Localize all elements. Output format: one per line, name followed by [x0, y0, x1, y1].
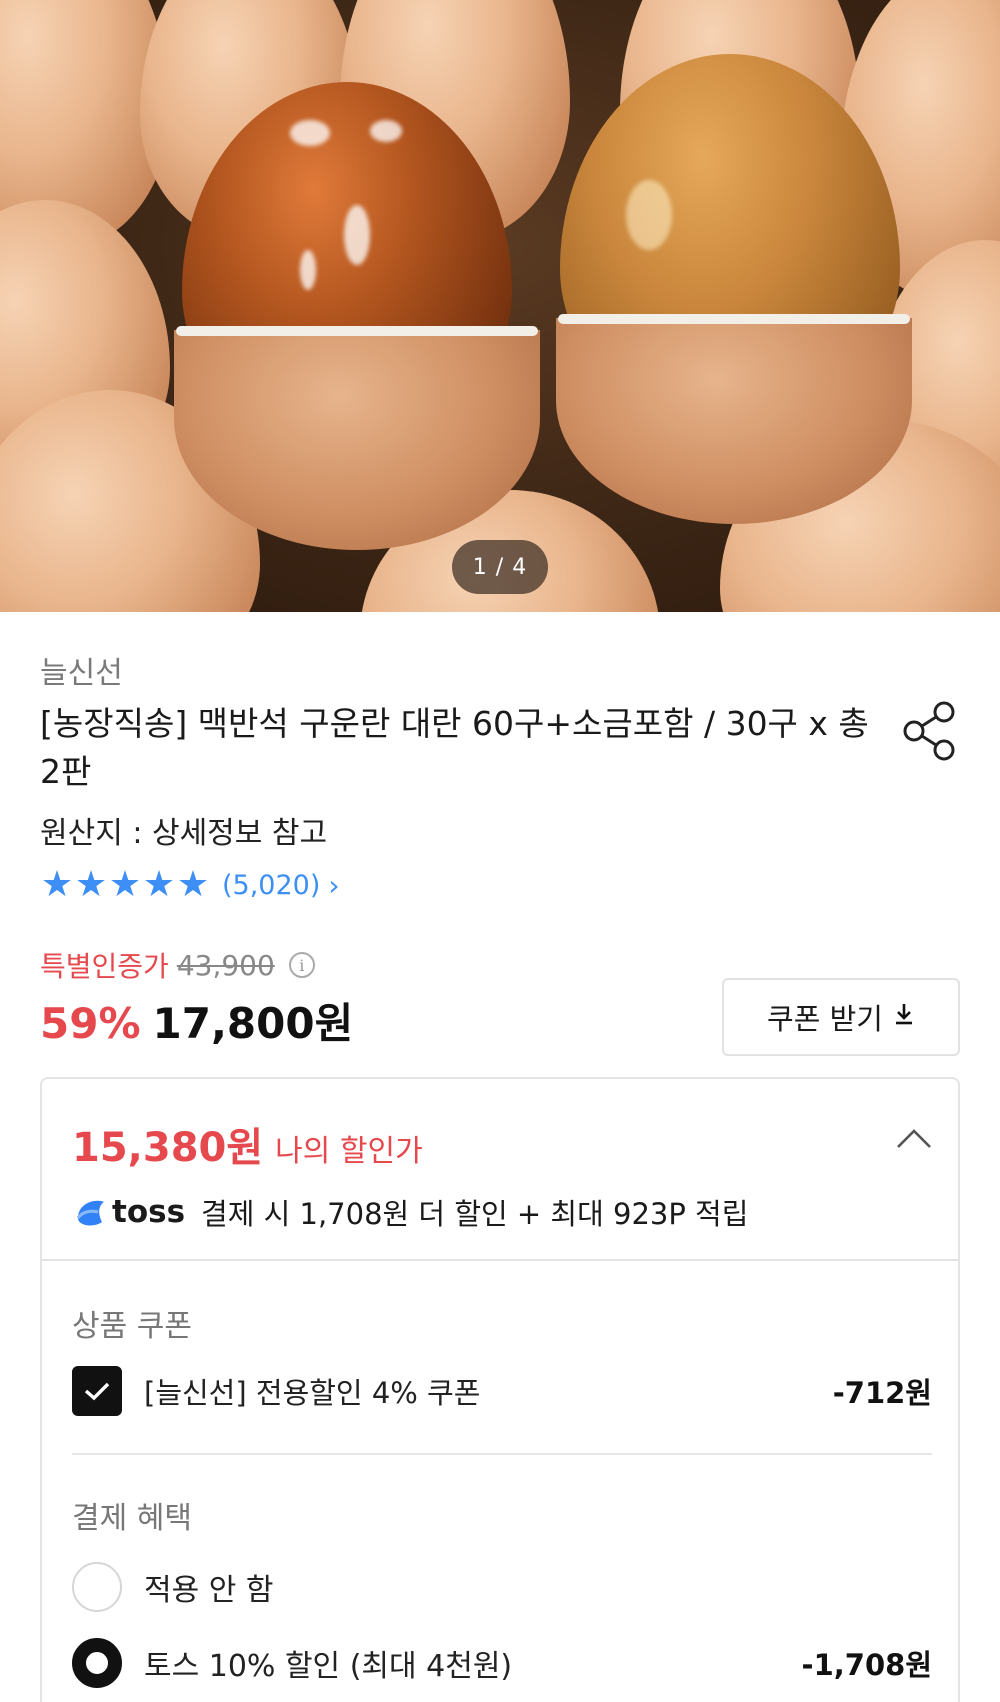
- toss-benefit-row: toss 결제 시 1,708원 더 할인 + 최대 923P 적립: [72, 1191, 748, 1233]
- get-coupon-label: 쿠폰 받기: [767, 1002, 883, 1036]
- my-price-summary[interactable]: 15,380원 나의 할인가 toss 결제 시 1,708원 더 할인 + 최…: [42, 1079, 958, 1261]
- rating-row[interactable]: ★ ★ ★ ★ ★ (5,020) ›: [40, 864, 340, 905]
- payment-benefit-heading: 결제 혜택: [72, 1501, 192, 1536]
- egg-highlight: [300, 250, 316, 290]
- payment-option-none[interactable]: 적용 안 함: [72, 1561, 932, 1613]
- download-icon: [893, 1002, 915, 1032]
- sale-price: 17,800원: [152, 999, 354, 1048]
- egg-shell-rim: [176, 326, 538, 336]
- product-coupon-option[interactable]: [늘신선] 전용할인 4% 쿠폰 -712원: [72, 1365, 932, 1417]
- check-icon: [84, 1382, 110, 1401]
- special-price-label: 특별인증가: [40, 950, 169, 983]
- star-icon: ★: [40, 864, 74, 905]
- my-price-row: 15,380원 나의 할인가: [72, 1115, 423, 1173]
- origin-info: 원산지 : 상세정보 참고: [40, 816, 328, 851]
- my-discount-price: 15,380원: [72, 1125, 264, 1171]
- info-icon[interactable]: i: [288, 952, 315, 978]
- seller-name[interactable]: 늘신선: [40, 648, 123, 692]
- toss-benefit-text: 결제 시 1,708원 더 할인 + 최대 923P 적립: [201, 1197, 749, 1231]
- payment-option-toss[interactable]: 토스 10% 할인 (최대 4천원) -1,708원: [72, 1637, 932, 1689]
- coupon-checkbox[interactable]: [72, 1366, 122, 1416]
- radio-button[interactable]: [72, 1562, 122, 1612]
- discount-rate: 59%: [40, 999, 141, 1048]
- payment-option-label: 적용 안 함: [144, 1573, 274, 1608]
- review-count[interactable]: (5,020): [222, 870, 320, 901]
- sale-price-row: 59% 17,800원: [40, 990, 353, 1051]
- egg-highlight: [344, 205, 370, 265]
- radio-button-selected[interactable]: [72, 1638, 122, 1688]
- coupon-amount: -712원: [832, 1376, 932, 1410]
- get-coupon-button[interactable]: 쿠폰 받기: [722, 978, 960, 1056]
- share-icon[interactable]: [900, 698, 960, 764]
- egg-shell-rim: [558, 314, 910, 324]
- star-icon: ★: [74, 864, 108, 905]
- star-icon: ★: [176, 864, 210, 905]
- product-image-gallery[interactable]: 1 / 4: [0, 0, 1000, 612]
- original-price-row: 특별인증가 43,900 i: [40, 945, 315, 985]
- payment-option-label: 토스 10% 할인 (최대 4천원): [144, 1649, 513, 1684]
- original-price: 43,900: [176, 948, 275, 982]
- chevron-right-icon[interactable]: ›: [328, 869, 339, 902]
- coupon-name: [늘신선] 전용할인 4% 쿠폰: [144, 1376, 481, 1410]
- star-rating: ★ ★ ★ ★ ★: [40, 864, 210, 905]
- divider: [72, 1453, 932, 1455]
- my-discount-price-label: 나의 할인가: [275, 1134, 423, 1169]
- product-coupon-heading: 상품 쿠폰: [72, 1309, 192, 1344]
- egg-highlight: [626, 180, 672, 250]
- discount-card: 15,380원 나의 할인가 toss 결제 시 1,708원 더 할인 + 최…: [40, 1077, 960, 1702]
- toss-brand: toss: [112, 1194, 186, 1230]
- product-title: [농장직송] 맥반석 구운란 대란 60구+소금포함 / 30구 x 총 2판: [40, 704, 869, 791]
- star-icon: ★: [108, 864, 142, 905]
- payment-option-amount: -1,708원: [801, 1648, 932, 1682]
- toss-logo-icon: [72, 1194, 108, 1230]
- chevron-up-icon[interactable]: [894, 1119, 934, 1159]
- egg-highlight: [290, 120, 330, 146]
- star-icon: ★: [142, 864, 176, 905]
- gallery-page-indicator: 1 / 4: [452, 540, 548, 594]
- egg-highlight: [370, 120, 402, 142]
